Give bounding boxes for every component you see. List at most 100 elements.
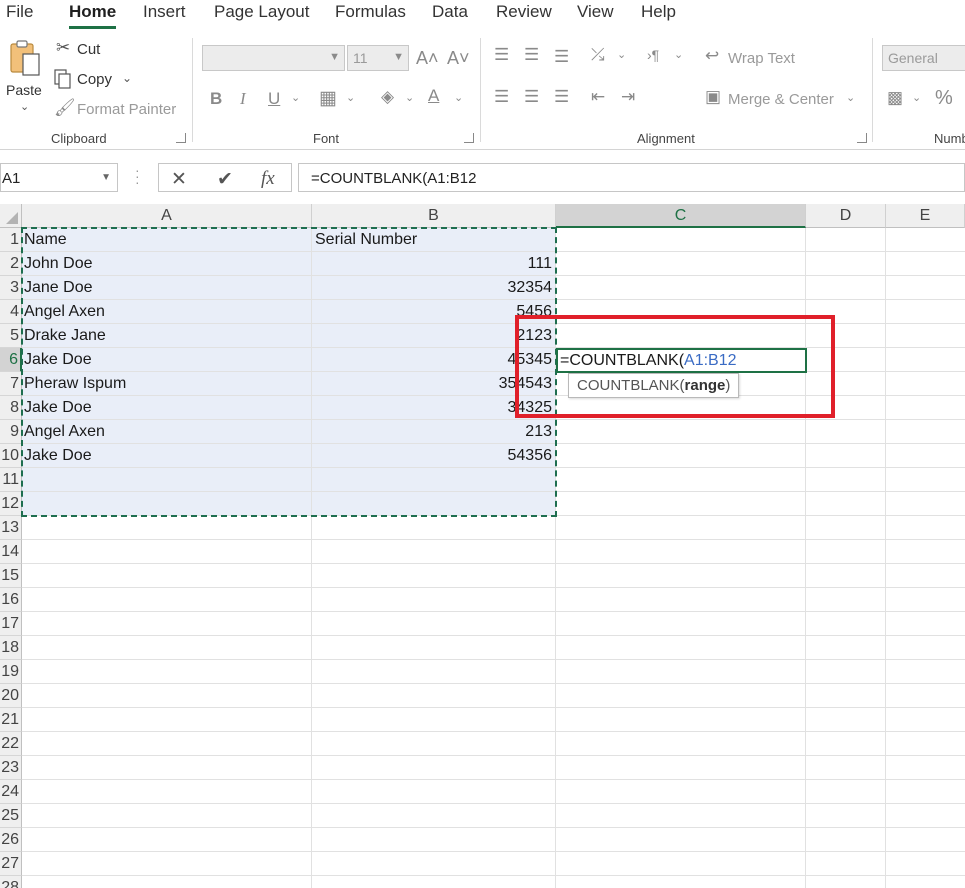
row-header-28[interactable]: 28: [0, 876, 22, 888]
row-header-1[interactable]: 1: [0, 228, 22, 252]
tab-data[interactable]: Data: [432, 2, 468, 22]
accounting-format-icon[interactable]: ▩: [887, 89, 903, 106]
row-header-20[interactable]: 20: [0, 684, 22, 708]
font-launcher-icon[interactable]: [464, 133, 474, 143]
paste-button[interactable]: Paste ⌄: [4, 38, 44, 118]
top-align-icon[interactable]: ☰: [494, 46, 509, 63]
chevron-down-icon[interactable]: ▼: [101, 172, 111, 183]
row-header-16[interactable]: 16: [0, 588, 22, 612]
column-header-a[interactable]: A: [22, 204, 312, 228]
formula-bar: A1 ▼ · · · ✕ ✔ fx =COUNTBLANK(A1:B12: [0, 161, 965, 195]
merge-center-button[interactable]: Merge & Center: [728, 91, 834, 108]
paste-dropdown-icon[interactable]: ⌄: [20, 102, 29, 113]
chevron-down-icon[interactable]: ⌄: [912, 93, 921, 104]
row-header-2[interactable]: 2: [0, 252, 22, 276]
cancel-icon[interactable]: ✕: [171, 168, 187, 191]
format-painter-icon: 🖌: [54, 98, 76, 117]
bold-icon[interactable]: B: [210, 90, 222, 107]
copy-icon: [54, 69, 71, 89]
column-header-c[interactable]: C: [556, 204, 806, 228]
row-gridline: [22, 803, 965, 804]
clipboard-group-label: Clipboard: [51, 131, 107, 146]
clipboard-launcher-icon[interactable]: [176, 133, 186, 143]
tab-help[interactable]: Help: [641, 2, 676, 22]
align-right-icon[interactable]: ☰: [554, 88, 569, 105]
row-header-4[interactable]: 4: [0, 300, 22, 324]
tab-formulas[interactable]: Formulas: [335, 2, 406, 22]
row-header-8[interactable]: 8: [0, 396, 22, 420]
merge-center-icon: ▣: [705, 87, 722, 106]
font-name-combo[interactable]: ▼: [202, 45, 345, 71]
formula-bar-grip-icon[interactable]: · · ·: [135, 163, 140, 189]
insert-function-icon[interactable]: fx: [261, 168, 275, 190]
bottom-align-icon[interactable]: ☰: [554, 48, 569, 65]
chevron-down-icon[interactable]: ⌄: [291, 93, 300, 104]
grow-font-icon[interactable]: A˄: [416, 49, 439, 67]
row-header-22[interactable]: 22: [0, 732, 22, 756]
row-header-6[interactable]: 6: [0, 348, 22, 372]
row-header-13[interactable]: 13: [0, 516, 22, 540]
formula-input[interactable]: =COUNTBLANK(A1:B12: [298, 163, 965, 192]
row-header-14[interactable]: 14: [0, 540, 22, 564]
chevron-down-icon[interactable]: ⌄: [617, 50, 626, 61]
name-box[interactable]: A1 ▼: [0, 163, 118, 192]
italic-icon[interactable]: I: [240, 90, 246, 107]
row-header-11[interactable]: 11: [0, 468, 22, 492]
number-format-combo[interactable]: General: [882, 45, 965, 71]
row-header-5[interactable]: 5: [0, 324, 22, 348]
fill-color-icon[interactable]: ◈: [381, 88, 394, 105]
tab-insert[interactable]: Insert: [143, 2, 186, 22]
shrink-font-icon[interactable]: A˅: [447, 49, 470, 67]
middle-align-icon[interactable]: ☰: [524, 46, 539, 63]
font-color-icon[interactable]: A: [428, 87, 439, 104]
copy-button[interactable]: Copy: [77, 71, 112, 88]
row-header-10[interactable]: 10: [0, 444, 22, 468]
underline-icon[interactable]: U: [268, 90, 280, 107]
tab-review[interactable]: Review: [496, 2, 552, 22]
select-all-button[interactable]: [0, 204, 22, 228]
worksheet-grid[interactable]: A B C D E 1 2 3 4 5 6 7 8 9 10 11 12 13 14 15 16 17 18 19 2…: [0, 204, 965, 888]
row-header-27[interactable]: 27: [0, 852, 22, 876]
font-size-value: 11: [353, 50, 368, 66]
row-header-23[interactable]: 23: [0, 756, 22, 780]
chevron-down-icon[interactable]: ⌄: [674, 50, 683, 61]
row-header-17[interactable]: 17: [0, 612, 22, 636]
orientation-icon[interactable]: ⤰: [591, 46, 605, 63]
row-header-26[interactable]: 26: [0, 828, 22, 852]
format-painter-button[interactable]: Format Painter: [77, 101, 176, 118]
borders-icon[interactable]: ▦: [319, 89, 337, 108]
increase-indent-icon[interactable]: ⇥: [621, 88, 635, 105]
row-header-7[interactable]: 7: [0, 372, 22, 396]
chevron-down-icon[interactable]: ⌄: [846, 93, 855, 104]
copy-dropdown-icon[interactable]: ⌄: [122, 72, 132, 84]
decrease-indent-icon[interactable]: ⇤: [591, 88, 605, 105]
row-header-25[interactable]: 25: [0, 804, 22, 828]
chevron-down-icon[interactable]: ⌄: [454, 93, 463, 104]
row-header-24[interactable]: 24: [0, 780, 22, 804]
tab-file[interactable]: File: [6, 2, 33, 22]
row-header-9[interactable]: 9: [0, 420, 22, 444]
column-header-d[interactable]: D: [806, 204, 886, 228]
tab-home[interactable]: Home: [69, 2, 117, 29]
enter-icon[interactable]: ✔: [217, 168, 233, 191]
row-header-21[interactable]: 21: [0, 708, 22, 732]
text-direction-icon[interactable]: ›¶: [647, 48, 659, 62]
column-header-e[interactable]: E: [886, 204, 965, 228]
row-header-12[interactable]: 12: [0, 492, 22, 516]
column-header-b[interactable]: B: [312, 204, 556, 228]
tab-page-layout[interactable]: Page Layout: [214, 2, 309, 22]
chevron-down-icon[interactable]: ⌄: [346, 93, 355, 104]
align-left-icon[interactable]: ☰: [494, 88, 509, 105]
font-size-combo[interactable]: 11 ▼: [347, 45, 409, 71]
align-center-icon[interactable]: ☰: [524, 88, 539, 105]
tab-view[interactable]: View: [577, 2, 614, 22]
cut-button[interactable]: Cut: [77, 41, 100, 58]
percent-icon[interactable]: %: [935, 88, 953, 108]
row-header-3[interactable]: 3: [0, 276, 22, 300]
chevron-down-icon[interactable]: ⌄: [405, 93, 414, 104]
row-header-15[interactable]: 15: [0, 564, 22, 588]
alignment-launcher-icon[interactable]: [857, 133, 867, 143]
wrap-text-button[interactable]: Wrap Text: [728, 50, 795, 67]
row-header-19[interactable]: 19: [0, 660, 22, 684]
row-header-18[interactable]: 18: [0, 636, 22, 660]
